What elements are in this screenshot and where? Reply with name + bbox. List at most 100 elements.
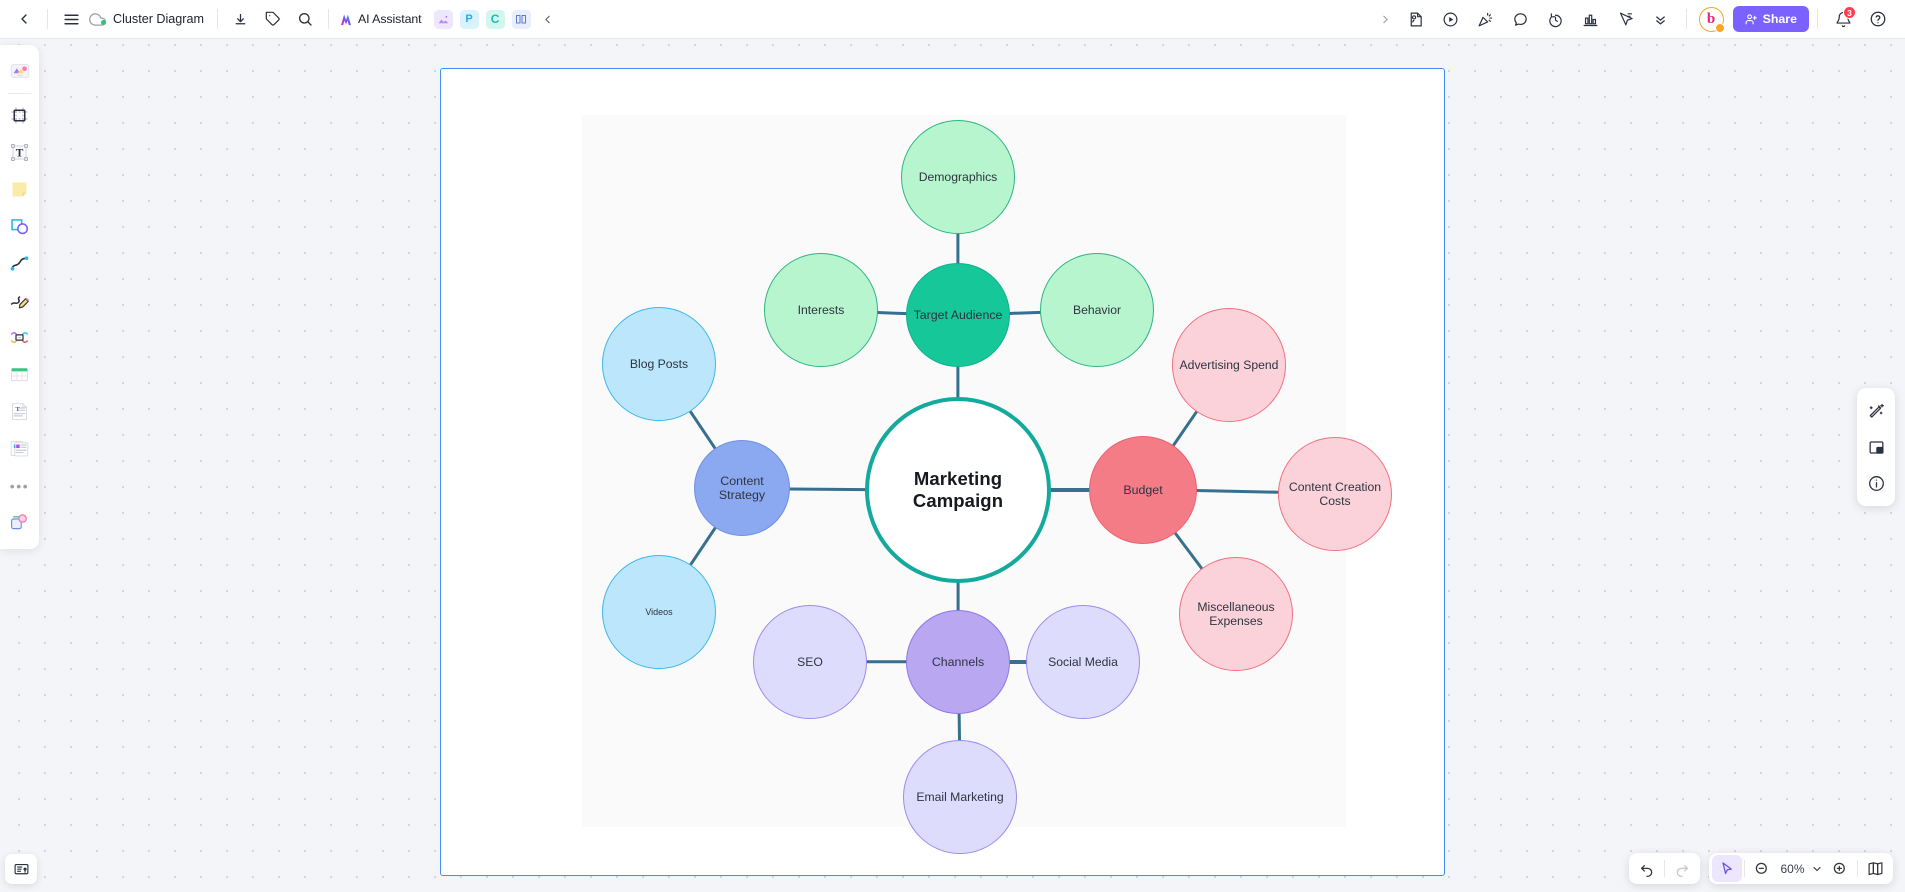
tag-icon[interactable] [257, 4, 289, 34]
pages-button[interactable] [1860, 855, 1890, 882]
diagram-edge[interactable] [956, 364, 960, 399]
sticky-note-icon [12, 182, 27, 197]
notification-badge: 3 [1843, 6, 1856, 19]
text-tool[interactable]: T [4, 137, 35, 168]
diagram-edge[interactable] [865, 660, 908, 664]
notebook-tool-icon[interactable] [511, 9, 531, 29]
app-root: Demographics Interests Behavior Target Audi… [0, 0, 1905, 892]
connector-tool[interactable] [4, 248, 35, 279]
shapes-tool[interactable] [4, 211, 35, 242]
back-icon[interactable] [8, 4, 40, 34]
expand-chevron-icon[interactable] [1374, 4, 1398, 34]
diagram-edge[interactable] [957, 711, 961, 743]
node-label: Email Marketing [916, 789, 1004, 804]
ai-image-tool-icon[interactable] [433, 9, 453, 29]
mini-tool-label: P [465, 13, 473, 25]
cards-tool[interactable] [4, 433, 35, 464]
divider [8, 93, 31, 94]
node-label: Marketing Campaign [912, 468, 1004, 511]
timer-icon[interactable] [1539, 4, 1573, 34]
document-tool[interactable]: T [4, 396, 35, 427]
diagram-edge[interactable] [1049, 488, 1091, 492]
picture-in-picture-icon[interactable] [1861, 431, 1891, 463]
diagram-node-social-media[interactable]: Social Media [1026, 605, 1140, 719]
table-icon [11, 367, 28, 382]
divider [1664, 860, 1665, 877]
collapse-toolbar-icon[interactable] [537, 8, 559, 30]
presentation-mode-button[interactable] [5, 854, 37, 884]
avatar[interactable]: b [1698, 6, 1725, 33]
zoom-pod: 60% [1709, 853, 1893, 884]
mindmap-tool[interactable] [4, 322, 35, 353]
info-icon[interactable] [1861, 467, 1891, 499]
node-label: Content Strategy [718, 473, 766, 503]
zoom-in-button[interactable] [1825, 855, 1855, 882]
magic-wand-icon[interactable] [1861, 395, 1891, 427]
divider [47, 9, 48, 29]
pen-icon [10, 296, 30, 309]
diagram-node-videos[interactable]: Videos [602, 555, 716, 669]
ai-assistant-button[interactable]: AI Assistant [336, 10, 427, 29]
diagram-node-email-marketing[interactable]: Email Marketing [903, 740, 1017, 854]
diagram-edge[interactable] [956, 231, 960, 265]
more-tools[interactable]: ••• [4, 470, 35, 501]
diagram-node-miscellaneous-expenses[interactable]: Miscellaneous Expenses [1179, 557, 1293, 671]
history-pod [1629, 853, 1700, 884]
frame-tool[interactable] [4, 100, 35, 131]
presentation-tool-icon[interactable]: P [459, 9, 479, 29]
templates-tool[interactable] [4, 55, 35, 86]
chart-icon[interactable] [1574, 4, 1608, 34]
connector-icon [10, 256, 29, 271]
node-label: Social Media [1048, 654, 1118, 669]
diagram-node-behavior[interactable]: Behavior [1040, 253, 1154, 367]
comment-icon[interactable] [1504, 4, 1538, 34]
diagram-edge[interactable] [875, 310, 909, 315]
pen-tool[interactable] [4, 285, 35, 316]
table-tool[interactable] [4, 359, 35, 390]
play-circle-icon[interactable] [1434, 4, 1468, 34]
divider [1744, 860, 1745, 877]
cursor-tool-button[interactable] [1712, 855, 1742, 882]
help-icon[interactable] [1861, 4, 1895, 34]
diagram-hub-budget[interactable]: Budget [1089, 436, 1197, 544]
ai-assistant-label: AI Assistant [357, 12, 422, 26]
diagram-edge[interactable] [1008, 660, 1028, 664]
document-title[interactable]: Cluster Diagram [107, 12, 210, 26]
diagram-node-interests[interactable]: Interests [764, 253, 878, 367]
download-icon[interactable] [225, 4, 257, 34]
node-label: Blog Posts [629, 356, 689, 371]
diagram-node-demographics[interactable]: Demographics [901, 120, 1015, 234]
zoom-dropdown-button[interactable] [1808, 855, 1825, 882]
bottom-right-controls: 60% [1629, 853, 1893, 884]
diagram-edge[interactable] [956, 580, 960, 612]
notifications-button[interactable]: 3 [1826, 4, 1860, 34]
sticky-note-tool[interactable] [4, 174, 35, 205]
zoom-out-button[interactable] [1747, 855, 1777, 882]
party-popper-icon[interactable] [1469, 4, 1503, 34]
zoom-level[interactable]: 60% [1777, 862, 1808, 876]
redo-button[interactable] [1667, 855, 1697, 882]
diagram-hub-content-strategy[interactable]: Content Strategy [694, 440, 790, 536]
canva-tool-icon[interactable]: C [485, 9, 505, 29]
menu-icon[interactable] [55, 4, 87, 34]
node-label: SEO [797, 654, 823, 669]
undo-button[interactable] [1632, 855, 1662, 882]
chevrons-down-icon[interactable] [1644, 4, 1678, 34]
diagram-node-content-creation-costs[interactable]: Content Creation Costs [1278, 437, 1392, 551]
cursor-flag-icon[interactable] [1609, 4, 1643, 34]
diagram-node-seo[interactable]: SEO [753, 605, 867, 719]
search-icon[interactable] [289, 4, 321, 34]
diagram-hub-channels[interactable]: Channels [906, 610, 1010, 714]
diagram-hub-target-audience[interactable]: Target Audience [906, 263, 1010, 367]
apps-tool[interactable] [4, 507, 35, 538]
presentation-icon [14, 863, 28, 874]
diagram-center-node[interactable]: Marketing Campaign [865, 397, 1051, 583]
diagram-node-advertising-spend[interactable]: Advertising Spend [1172, 308, 1286, 422]
top-toolbar-right: b Share 3 [1374, 4, 1905, 34]
divider [1817, 9, 1818, 29]
sticky-note-icon[interactable] [1399, 4, 1433, 34]
diagram-node-blog-posts[interactable]: Blog Posts [602, 307, 716, 421]
share-button[interactable]: Share [1732, 6, 1809, 32]
svg-text:T: T [16, 147, 24, 159]
diagram-edge[interactable] [787, 486, 868, 491]
